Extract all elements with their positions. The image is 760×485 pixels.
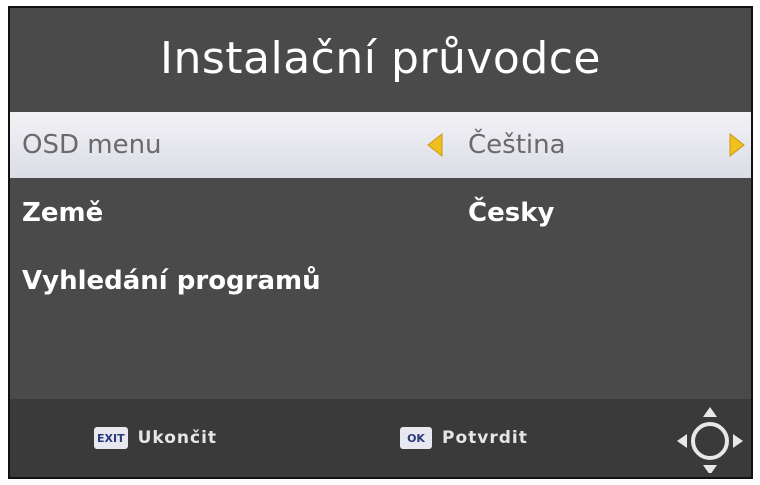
ok-label: Potvrdit xyxy=(442,428,528,448)
menu-item-label: Vyhledání programů xyxy=(22,266,321,296)
tv-screen: Instalační průvodce OSD menu Čeština Zem… xyxy=(8,6,753,479)
exit-hint[interactable]: EXIT Ukončit xyxy=(94,427,217,449)
menu-item-value: Čeština xyxy=(468,130,566,160)
menu-item-value: Česky xyxy=(468,198,555,228)
menu-item-label: OSD menu xyxy=(22,130,162,160)
menu-item-osd-menu[interactable]: OSD menu Čeština xyxy=(10,112,751,178)
dpad-icon xyxy=(677,407,743,473)
arrow-right-icon[interactable] xyxy=(726,132,748,158)
menu-item-country[interactable]: Země Česky xyxy=(10,180,751,246)
exit-key-icon: EXIT xyxy=(94,427,128,449)
menu-item-channel-search[interactable]: Vyhledání programů xyxy=(10,248,751,314)
ok-hint[interactable]: OK Potvrdit xyxy=(400,427,528,449)
ok-key-icon: OK xyxy=(400,427,432,449)
menu-item-label: Země xyxy=(22,198,104,228)
footer-bar: EXIT Ukončit OK Potvrdit xyxy=(10,399,751,477)
arrow-left-icon[interactable] xyxy=(424,132,446,158)
exit-label: Ukončit xyxy=(137,428,218,448)
page-title: Instalační průvodce xyxy=(159,32,602,84)
